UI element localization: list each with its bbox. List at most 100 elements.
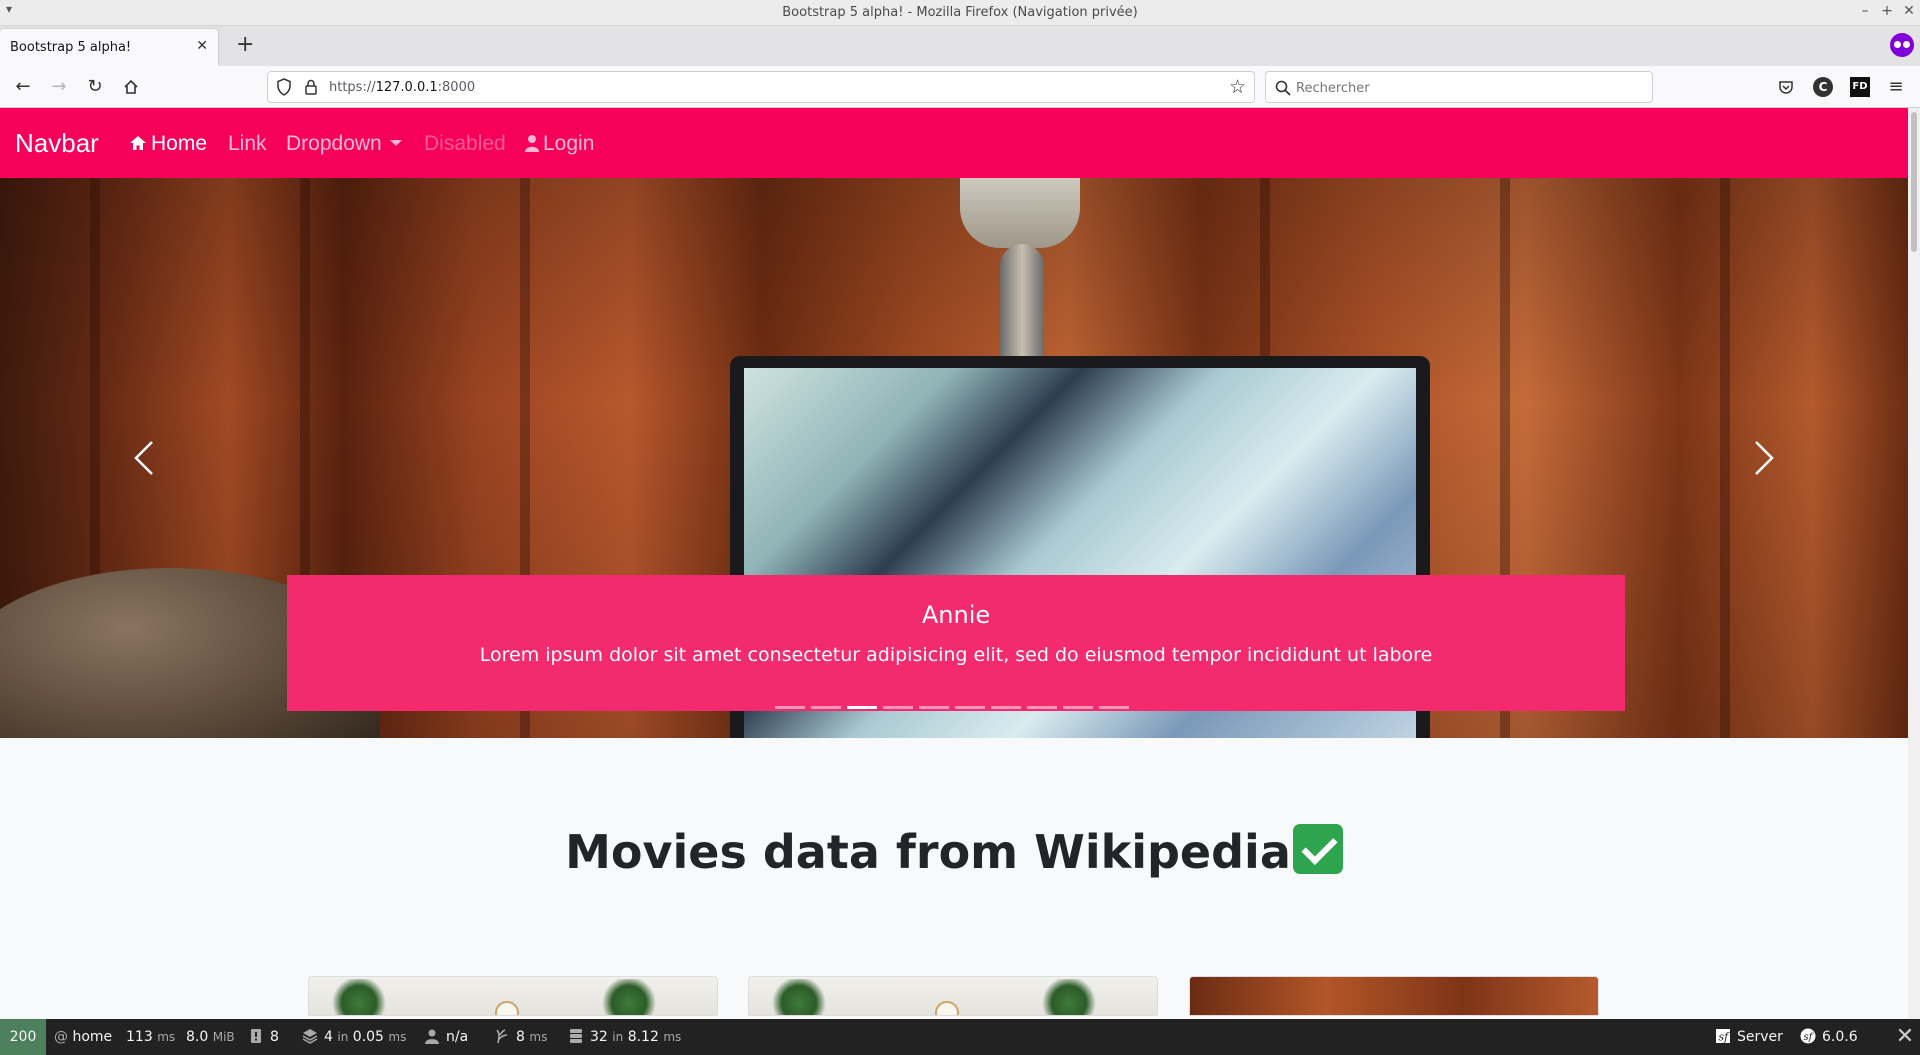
carousel: Annie Lorem ipsum dolor sit amet consect…: [0, 178, 1908, 738]
navigation-toolbar: ← → ↻ https://127.0.0.1:8000 ☆ C FD ≡: [0, 66, 1920, 108]
carousel-next-icon[interactable]: [1744, 438, 1784, 478]
symfony-version-item[interactable]: sf 6.0.6: [1800, 1019, 1858, 1055]
carousel-caption: Annie Lorem ipsum dolor sit amet consect…: [287, 575, 1625, 711]
nav-disabled: Disabled: [424, 132, 506, 155]
carousel-indicator[interactable]: [919, 706, 949, 709]
symfony-version: 6.0.6: [1822, 1029, 1858, 1045]
movie-card[interactable]: [1189, 976, 1599, 1016]
url-host: 127.0.0.1: [375, 80, 438, 95]
memory-value: 8.0: [186, 1029, 209, 1045]
route-item[interactable]: @ home: [54, 1019, 112, 1055]
scrollbar-thumb[interactable]: [1911, 112, 1917, 252]
lock-icon[interactable]: [304, 79, 318, 95]
time-value: 113: [126, 1029, 153, 1045]
tracking-shield-icon[interactable]: [276, 78, 292, 96]
page-heading-text: Movies data from Wikipedia: [565, 825, 1291, 879]
security-item[interactable]: n/a: [424, 1019, 468, 1055]
tab-strip: Bootstrap 5 alpha! ✕ +: [0, 26, 1920, 66]
carousel-indicator[interactable]: [775, 706, 805, 709]
twig-time: 8: [516, 1029, 525, 1045]
home-icon[interactable]: [118, 74, 144, 100]
carousel-indicator[interactable]: [991, 706, 1021, 709]
memory-unit: MiB: [212, 1030, 235, 1044]
window-title: Bootstrap 5 alpha! - Mozilla Firefox (Na…: [782, 5, 1138, 20]
url-bar[interactable]: https://127.0.0.1:8000 ☆: [267, 71, 1255, 103]
navbar-brand[interactable]: Navbar: [15, 128, 99, 159]
nav-home-label: Home: [151, 132, 208, 155]
pocket-icon[interactable]: [1776, 77, 1796, 97]
carousel-indicator[interactable]: [1027, 706, 1057, 709]
status-code-badge[interactable]: 200: [0, 1019, 46, 1055]
home-icon: [130, 136, 146, 150]
cache-item[interactable]: 4 in 0.05 ms: [302, 1019, 406, 1055]
tab-title: Bootstrap 5 alpha!: [10, 40, 132, 55]
cache-unit: ms: [388, 1030, 407, 1044]
time-item[interactable]: 113 ms: [126, 1019, 175, 1055]
hamburger-menu-icon[interactable]: ≡: [1886, 77, 1906, 97]
maximize-icon[interactable]: +: [1880, 3, 1894, 19]
database-icon: [570, 1029, 582, 1043]
tab-close-icon[interactable]: ✕: [196, 38, 208, 54]
db-unit: ms: [663, 1030, 682, 1044]
server-label: Server: [1737, 1029, 1783, 1045]
search-bar[interactable]: [1265, 71, 1653, 103]
logs-item[interactable]: 8: [248, 1019, 279, 1055]
bookmark-star-icon[interactable]: ☆: [1229, 76, 1246, 98]
nav-login-label: Login: [543, 132, 595, 155]
nav-login[interactable]: Login: [525, 132, 594, 156]
db-time: 8.12: [627, 1029, 659, 1045]
search-icon: [1275, 80, 1291, 96]
memory-item[interactable]: 8.0 MiB: [186, 1019, 235, 1055]
check-mark-button-icon: [1292, 824, 1343, 874]
movie-card[interactable]: [748, 976, 1158, 1016]
carousel-caption-text: Lorem ipsum dolor sit amet consectetur a…: [479, 644, 1433, 666]
twig-item[interactable]: 8 ms: [494, 1019, 547, 1055]
movie-card[interactable]: [308, 976, 718, 1016]
carousel-indicator[interactable]: [883, 706, 913, 709]
database-item[interactable]: 32 in 8.12 ms: [568, 1019, 681, 1055]
back-icon[interactable]: ←: [10, 74, 36, 100]
logs-icon: [251, 1029, 261, 1043]
forward-icon[interactable]: →: [46, 74, 72, 100]
extension-fd-icon[interactable]: FD: [1850, 77, 1870, 97]
nav-dropdown-label: Dropdown: [286, 132, 382, 155]
server-item[interactable]: sf Server: [1715, 1019, 1783, 1055]
nav-home[interactable]: Home: [129, 132, 207, 156]
twig-unit: ms: [529, 1030, 548, 1044]
cache-layers-icon: [302, 1029, 318, 1044]
symfony-logo-icon: sf: [1800, 1028, 1816, 1044]
carousel-caption-title: Annie: [921, 601, 991, 629]
site-navbar: Navbar Home Link Dropdown Disabled Login: [0, 108, 1908, 178]
new-tab-icon[interactable]: +: [236, 34, 254, 56]
page-scrollbar[interactable]: [1908, 108, 1920, 1019]
carousel-indicator[interactable]: [955, 706, 985, 709]
tab-bootstrap[interactable]: Bootstrap 5 alpha! ✕: [0, 29, 218, 66]
url-text[interactable]: https://127.0.0.1:8000: [329, 80, 475, 95]
carousel-indicator[interactable]: [811, 706, 841, 709]
close-window-icon[interactable]: ✕: [1902, 3, 1916, 19]
db-queries: 32: [590, 1029, 608, 1045]
user-icon: [525, 135, 539, 152]
twig-icon: [496, 1029, 508, 1044]
nav-dropdown[interactable]: Dropdown: [286, 132, 402, 156]
user-value: n/a: [446, 1029, 469, 1045]
extension-c-icon[interactable]: C: [1813, 77, 1833, 97]
minimize-icon[interactable]: –: [1858, 3, 1872, 19]
reload-icon[interactable]: ↻: [82, 74, 108, 100]
at-icon: @: [54, 1029, 68, 1045]
carousel-indicator[interactable]: [1063, 706, 1093, 709]
nav-link[interactable]: Link: [228, 132, 267, 156]
cache-count: 4: [324, 1029, 333, 1045]
search-input[interactable]: [1296, 78, 1636, 98]
page-heading: Movies data from Wikipedia: [0, 824, 1908, 879]
carousel-prev-icon[interactable]: [124, 438, 164, 478]
carousel-image-lamp: [960, 178, 1080, 248]
cache-in: in: [337, 1030, 349, 1044]
carousel-indicator[interactable]: [1099, 706, 1129, 709]
toolbar-close-icon[interactable]: ✕: [1890, 1019, 1920, 1055]
symfony-debug-toolbar: 200 @ home 113 ms 8.0 MiB 8 4 in 0.05 ms…: [0, 1019, 1920, 1055]
chevron-down-icon: [389, 139, 402, 146]
carousel-indicator-active[interactable]: [847, 706, 877, 709]
url-scheme: https://: [329, 80, 376, 95]
route-name: home: [72, 1029, 113, 1045]
